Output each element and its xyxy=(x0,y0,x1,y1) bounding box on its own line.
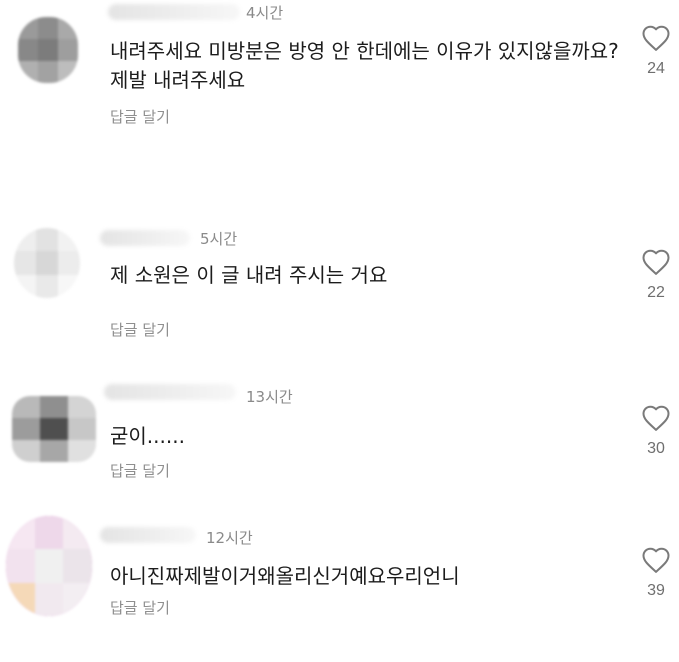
like-count: 22 xyxy=(647,284,665,301)
like-button[interactable]: 39 xyxy=(634,546,678,600)
comment-text: 내려주세요 미방분은 방영 안 한데에는 이유가 있지않을까요? 제발 내려주세… xyxy=(110,39,626,92)
comment-text: 굳이...... xyxy=(110,424,185,448)
comment-time: 13시간 xyxy=(246,388,293,406)
comment-item: 5시간 제 소원은 이 글 내려 주시는 거요 답글 달기 22 xyxy=(0,220,679,350)
like-button[interactable]: 30 xyxy=(634,404,678,458)
like-count: 24 xyxy=(647,60,665,77)
comment-time: 5시간 xyxy=(200,230,238,248)
like-count: 30 xyxy=(647,440,665,457)
username-blurred[interactable] xyxy=(108,4,240,20)
reply-button[interactable]: 답글 달기 xyxy=(110,319,170,340)
comment-time: 12시간 xyxy=(206,529,253,547)
comment-item: 12시간 아니진짜제발이거왜올리신거예요우리언니 답글 달기 39 xyxy=(0,515,679,662)
comment-time: 4시간 xyxy=(246,4,284,22)
reply-button[interactable]: 답글 달기 xyxy=(110,460,170,481)
comment-item: 4시간 내려주세요 미방분은 방영 안 한데에는 이유가 있지않을까요? 제발 … xyxy=(0,0,679,150)
username-blurred[interactable] xyxy=(100,527,196,543)
comment-text: 제 소원은 이 글 내려 주시는 거요 xyxy=(110,263,388,287)
avatar[interactable] xyxy=(14,228,80,298)
username-blurred[interactable] xyxy=(104,384,236,400)
like-button[interactable]: 24 xyxy=(634,24,678,78)
heart-outline-icon[interactable] xyxy=(641,24,671,52)
heart-outline-icon[interactable] xyxy=(641,404,671,432)
avatar[interactable] xyxy=(6,516,92,616)
reply-button[interactable]: 답글 달기 xyxy=(110,106,170,127)
like-button[interactable]: 22 xyxy=(634,248,678,302)
avatar[interactable] xyxy=(12,396,96,462)
avatar[interactable] xyxy=(18,17,78,83)
comment-text: 아니진짜제발이거왜올리신거예요우리언니 xyxy=(110,564,460,588)
like-count: 39 xyxy=(647,582,665,599)
reply-button[interactable]: 답글 달기 xyxy=(110,597,170,618)
username-blurred[interactable] xyxy=(100,230,190,246)
heart-outline-icon[interactable] xyxy=(641,546,671,574)
comment-item: 13시간 굳이...... 답글 달기 30 xyxy=(0,378,679,498)
heart-outline-icon[interactable] xyxy=(641,248,671,276)
